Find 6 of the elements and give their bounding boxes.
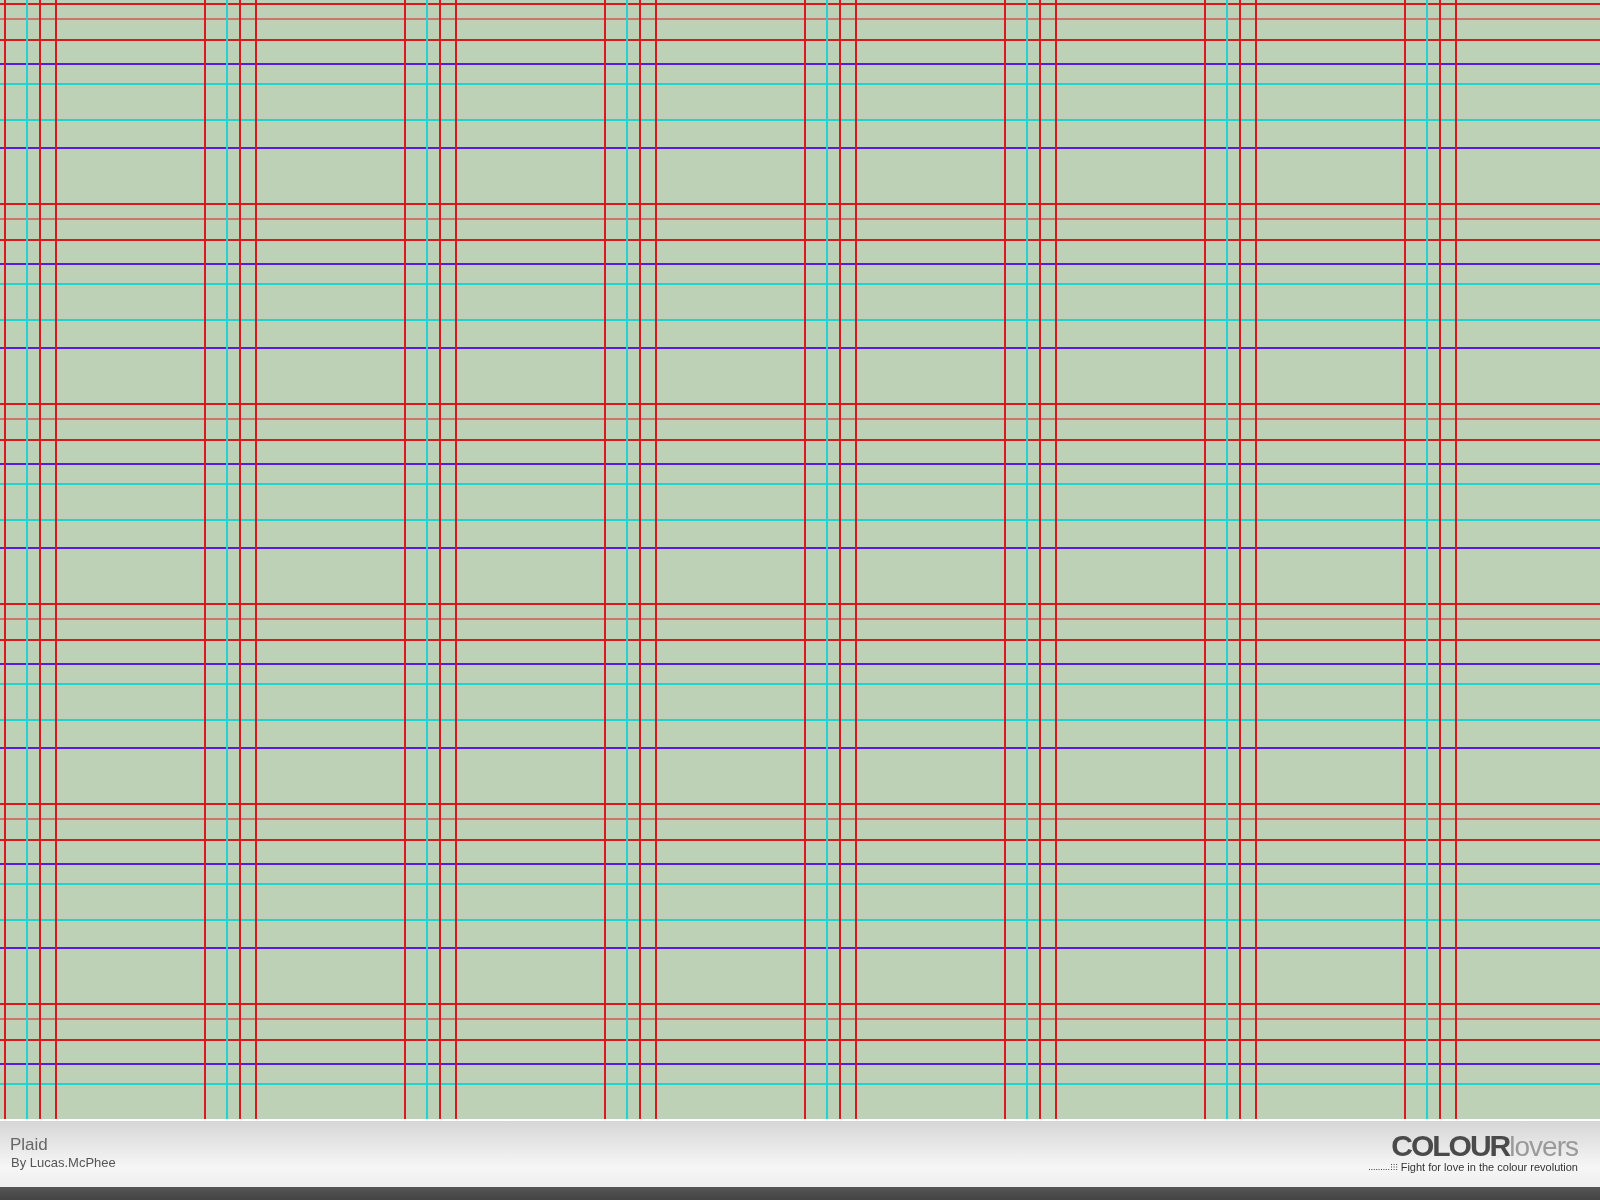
pattern-author: By Lucas.McPhee: [11, 1154, 116, 1170]
logo-wordmark: COLOUR: [1391, 1129, 1510, 1162]
dotted-leader-icon: [1368, 1163, 1399, 1171]
logo-wordmark-suffix: lovers: [1509, 1131, 1578, 1162]
logo-tagline: Fight for love in the colour revolution: [1400, 1161, 1578, 1173]
pattern-title: Plaid: [10, 1134, 49, 1155]
